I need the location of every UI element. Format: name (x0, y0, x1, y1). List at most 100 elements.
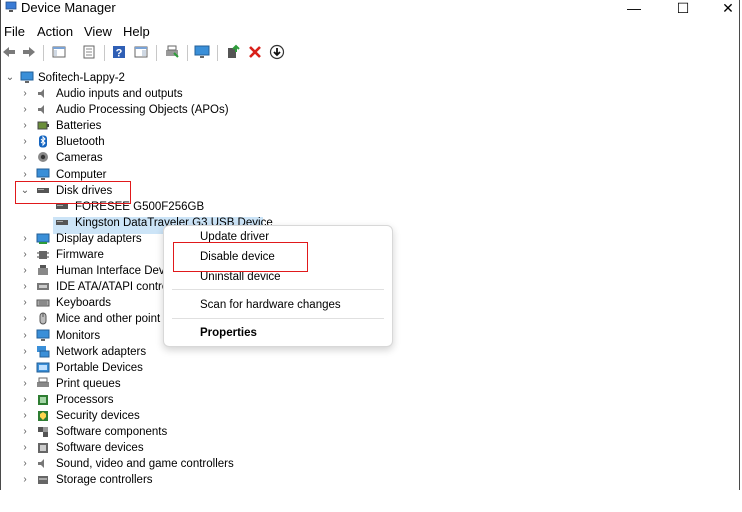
chevron-right-icon[interactable]: › (20, 440, 30, 456)
action-pane-icon[interactable] (133, 44, 149, 60)
camera-icon (38, 152, 48, 163)
close-button[interactable]: ✕ (713, 0, 739, 16)
chevron-right-icon[interactable]: › (20, 263, 30, 279)
bottom-strip (0, 490, 742, 512)
chevron-right-icon[interactable]: › (20, 456, 30, 472)
tree-category-label: Software components (56, 426, 168, 439)
chevron-right-icon[interactable]: › (20, 118, 30, 134)
mouse-icon (39, 312, 47, 325)
tree-category-label: Mice and other point (56, 313, 161, 326)
tree-category-storage-controllers[interactable]: › Storage controllers (1, 472, 739, 488)
tree-root-label: Sofitech-Lappy-2 (38, 72, 125, 84)
svg-text:?: ? (116, 48, 123, 60)
tree-category-label: Sound, video and game controllers (56, 458, 234, 471)
download-circle-icon[interactable] (269, 44, 285, 60)
tree-root[interactable]: ⌄ Sofitech-Lappy-2 (1, 70, 739, 86)
chevron-right-icon[interactable]: › (20, 328, 30, 344)
show-hide-console-icon[interactable] (51, 44, 67, 60)
tree-category-label: Batteries (56, 120, 102, 133)
tree-category-label: IDE ATA/ATAPI control (56, 281, 171, 294)
portable-device-icon (36, 362, 50, 373)
storage-icon (38, 476, 48, 485)
tree-category-sound-video-and-game-controllers[interactable]: › Sound, video and game controllers (1, 456, 739, 472)
tree-category-bluetooth[interactable]: › Bluetooth (1, 134, 739, 150)
properties-sheet-icon[interactable] (81, 44, 97, 60)
ctx-scan-hardware[interactable]: Scan for hardware changes (200, 299, 341, 311)
chevron-right-icon[interactable]: › (20, 295, 30, 311)
disk-drive-icon (56, 219, 68, 225)
tree-category-label: Cameras (56, 152, 103, 165)
network-icon (37, 345, 50, 358)
tree-category-label: Processors (56, 393, 114, 406)
toolbar-separator (217, 45, 218, 61)
tree-category-print-queues[interactable]: › Print queues (1, 376, 739, 392)
device-manager-app-icon (5, 1, 17, 12)
chevron-right-icon[interactable]: › (20, 392, 30, 408)
chevron-right-icon[interactable]: › (20, 311, 30, 327)
print-icon[interactable] (164, 44, 180, 60)
forward-arrow-icon[interactable] (21, 44, 37, 60)
uninstall-x-icon[interactable] (247, 44, 263, 60)
ctx-uninstall-device[interactable]: Uninstall device (200, 271, 281, 283)
back-arrow-icon[interactable] (1, 44, 17, 60)
tree-category-software-components[interactable]: › Software components (1, 424, 739, 440)
toolbar-separator (187, 45, 188, 61)
chevron-right-icon[interactable]: › (20, 134, 30, 150)
software-component-icon (38, 427, 48, 438)
chevron-right-icon[interactable]: › (20, 102, 30, 118)
tree-category-label: Keyboards (56, 297, 111, 310)
maximize-button[interactable]: ☐ (668, 0, 698, 16)
title-bar: Device Manager — ☐ ✕ (1, 0, 739, 18)
printer-icon (37, 377, 49, 387)
chevron-right-icon[interactable]: › (20, 150, 30, 166)
chevron-right-icon[interactable]: › (20, 424, 30, 440)
tree-category-audio-inputs-and-outputs[interactable]: › Audio inputs and outputs (1, 86, 739, 102)
chevron-right-icon[interactable]: › (20, 408, 30, 424)
toolbar-separator (156, 45, 157, 61)
tree-category-label: Firmware (56, 249, 104, 261)
tree-category-label: Security devices (56, 410, 140, 422)
toolbar-separator (43, 45, 44, 61)
chevron-right-icon[interactable]: › (20, 376, 30, 392)
tree-category-audio-processing-objects-apos[interactable]: › Audio Processing Objects (APOs) (1, 102, 739, 118)
tree-category-processors[interactable]: › Processors (1, 392, 739, 408)
tree-category-security-devices[interactable]: › Security devices (1, 408, 739, 424)
tree-category-cameras[interactable]: › Cameras (1, 150, 739, 166)
menu-help[interactable]: Help (123, 24, 150, 40)
toolbar-separator (104, 45, 105, 61)
keyboard-icon (36, 299, 50, 307)
speaker-icon (38, 459, 44, 469)
battery-icon (37, 121, 49, 130)
chevron-right-icon[interactable]: › (20, 231, 30, 247)
chevron-right-icon[interactable]: › (20, 279, 30, 295)
menu-action[interactable]: Action (37, 24, 73, 40)
chip-icon (37, 251, 49, 259)
chevron-down-icon[interactable]: ⌄ (5, 70, 15, 86)
chevron-right-icon[interactable]: › (20, 472, 30, 488)
tree-category-label: Bluetooth (56, 136, 105, 149)
menu-file[interactable]: File (4, 24, 25, 40)
speaker-icon (38, 89, 44, 98)
context-menu-separator (172, 318, 384, 319)
chevron-right-icon[interactable]: › (20, 344, 30, 360)
help-icon[interactable]: ? (111, 44, 127, 60)
minimize-button[interactable]: — (619, 0, 649, 16)
update-driver-icon[interactable] (225, 44, 241, 60)
scan-hardware-monitor-icon[interactable] (194, 44, 210, 60)
disable-device-highlight-box (173, 242, 308, 272)
tree-category-batteries[interactable]: › Batteries (1, 118, 739, 134)
tree-category-software-devices[interactable]: › Software devices (1, 440, 739, 456)
tree-category-label: Software devices (56, 442, 144, 455)
menu-view[interactable]: View (84, 24, 112, 40)
tree-category-label: Print queues (56, 377, 121, 390)
tree-category-label: Audio Processing Objects (APOs) (56, 104, 229, 117)
tree-category-label: Monitors (56, 329, 101, 342)
chevron-right-icon[interactable]: › (20, 86, 30, 102)
tree-category-portable-devices[interactable]: › Portable Devices (1, 360, 739, 376)
monitor-icon (36, 168, 50, 180)
tree-category-label: Storage controllers (56, 474, 153, 487)
ctx-properties[interactable]: Properties (200, 327, 257, 339)
chevron-right-icon[interactable]: › (20, 247, 30, 263)
processor-icon (38, 394, 48, 405)
chevron-right-icon[interactable]: › (20, 360, 30, 376)
